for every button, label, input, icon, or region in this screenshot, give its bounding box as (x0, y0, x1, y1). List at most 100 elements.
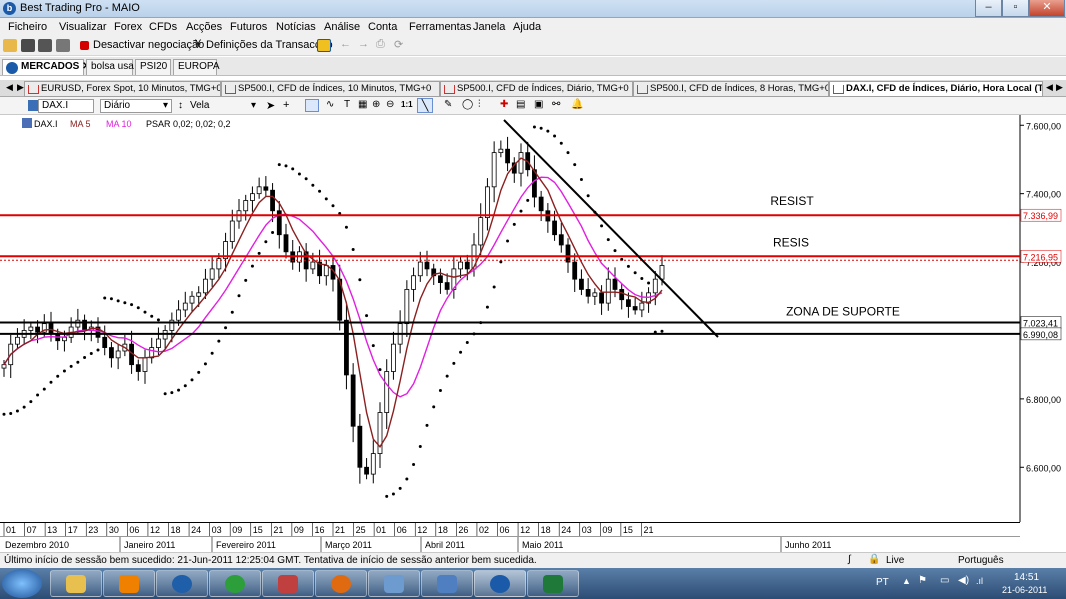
tab-europa[interactable]: EUROPA (173, 59, 220, 75)
crosshair-icon[interactable]: + (283, 99, 289, 111)
legend-symbol[interactable]: DAX.I (34, 119, 58, 129)
psar-dot (143, 310, 147, 314)
save-chart-icon[interactable]: ▣ (534, 99, 543, 110)
indicator-icon[interactable]: ∿ (326, 99, 334, 110)
legend-ma10[interactable]: MA 10 (106, 119, 132, 129)
zoom-out-icon[interactable]: ⊖ (386, 99, 394, 110)
price-chart[interactable]: DAX.I MA 5 MA 10 PSAR 0,02; 0,02; 0,2 7.… (0, 115, 1066, 522)
text-tool-icon[interactable]: T (344, 99, 350, 110)
chart-tab-sp500-daily[interactable]: SP500.I, CFD de Índices, Diário, TMG+0 (440, 81, 633, 97)
psar-dot (485, 305, 489, 309)
menu-ajuda[interactable]: Ajuda (513, 21, 541, 33)
y-tick-label: 6.800,00 (1026, 395, 1061, 405)
trendline-tool-icon[interactable]: ╲ (417, 98, 433, 113)
start-button[interactable] (2, 569, 42, 598)
candle-body (250, 193, 255, 201)
menu-ferramentas[interactable]: Ferramentas (409, 21, 471, 33)
cursor-icon[interactable]: ➤ (266, 99, 275, 112)
taskbar-utorrent[interactable] (209, 570, 261, 597)
ellipse-icon[interactable]: ◯ (462, 99, 473, 110)
y-tick-label: 7.600,00 (1026, 121, 1061, 131)
deactivate-trading-button[interactable]: Desactivar negociação (93, 39, 204, 51)
psar-dot (210, 351, 214, 355)
menu-janela[interactable]: Janela (473, 21, 505, 33)
menu-visualizar[interactable]: Visualizar (59, 21, 107, 33)
tab-mercados[interactable]: MERCADOS ✕ (2, 59, 91, 75)
signal-strength-icon[interactable]: .ıl (976, 576, 983, 586)
minimize-button[interactable]: – (975, 0, 1002, 17)
refresh-icon[interactable]: ⟳ (394, 38, 403, 51)
clock-date[interactable]: 21-06-2011 (1002, 585, 1047, 595)
candle-body (592, 292, 598, 297)
transaction-settings-button[interactable]: Definições da Transacção (206, 39, 333, 51)
candle-body (652, 278, 658, 294)
clock-time[interactable]: 14:51 (1014, 572, 1039, 583)
menu-forex[interactable]: Forex (114, 21, 142, 33)
menu-ficheiro[interactable]: Ficheiro (8, 21, 47, 33)
alert-bell-icon[interactable]: 🔔 (571, 99, 583, 110)
psar-dot (613, 249, 617, 253)
open-folder-icon[interactable] (3, 39, 17, 52)
chart-tab-dax-daily[interactable]: DAX.I, CFD de Índices, Diário, Hora Loca… (829, 81, 1043, 97)
taskbar-app[interactable] (262, 570, 314, 597)
layout-icon[interactable] (317, 39, 331, 52)
menu-analise[interactable]: Análise (324, 21, 360, 33)
scroll-right-icon[interactable]: ▶ (17, 82, 24, 93)
taskbar-excel[interactable] (527, 570, 579, 597)
dax-symbol-icon (22, 118, 32, 128)
taskbar-paint[interactable] (421, 570, 473, 597)
template-icon[interactable]: ▤ (516, 99, 525, 110)
menu-conta[interactable]: Conta (368, 21, 397, 33)
tabs-right-icon[interactable]: ▶ (1056, 82, 1063, 93)
scroll-left-icon[interactable]: ◀ (6, 82, 13, 93)
show-hidden-icons[interactable]: ▲ (902, 576, 911, 586)
taskbar-media[interactable] (103, 570, 155, 597)
tray-device-icon[interactable]: ▭ (940, 575, 949, 586)
tabs-left-icon[interactable]: ◀ (1046, 82, 1053, 93)
interval-select[interactable]: Diário ▾ (100, 99, 172, 113)
print-small-icon[interactable]: ⎙ (376, 38, 385, 51)
stop-trading-icon[interactable] (80, 41, 89, 50)
chart-tab-sp500-8h[interactable]: SP500.I, CFD de Índices, 8 Horas, TMG+0 (633, 81, 829, 97)
legend-ma5[interactable]: MA 5 (70, 119, 91, 129)
chart-tab-eurusd[interactable]: EURUSD, Forex Spot, 10 Minutos, TMG+0 (24, 81, 221, 97)
zoom-in-icon[interactable]: ⊕ (372, 99, 380, 110)
taskbar-firefox[interactable] (315, 570, 367, 597)
input-language[interactable]: PT (876, 577, 889, 588)
psar-dot (257, 251, 261, 255)
save-icon[interactable] (21, 39, 35, 52)
menu-cfds[interactable]: CFDs (149, 21, 177, 33)
back-arrow-icon[interactable]: ← (340, 38, 351, 50)
color-picker-icon[interactable]: ✚ (500, 99, 508, 110)
x-day-label: 15 (623, 525, 633, 535)
grid-toggle-icon[interactable] (305, 99, 319, 112)
close-button[interactable]: ✕ (1029, 0, 1065, 17)
pencil-icon[interactable]: ✎ (444, 99, 452, 110)
taskbar-best-trading[interactable] (474, 570, 526, 597)
menu-futuros[interactable]: Futuros (230, 21, 267, 33)
fibonacci-icon[interactable]: ⫶ (478, 99, 481, 110)
maximize-button[interactable]: ▫ (1002, 0, 1029, 17)
chart-tab-sp500-10m[interactable]: SP500.I, CFD de Índices, 10 Minutos, TMG… (221, 81, 440, 97)
psar-dot (230, 310, 234, 314)
menu-accoes[interactable]: Acções (186, 21, 222, 33)
one-to-one-icon[interactable]: 1:1 (401, 100, 413, 109)
taskbar-hp[interactable] (156, 570, 208, 597)
candle-body (538, 196, 544, 212)
tab-psi20[interactable]: PSI20 (135, 59, 171, 75)
link-icon[interactable]: ⚯ (552, 99, 560, 110)
taskbar-network[interactable] (368, 570, 420, 597)
save-all-icon[interactable] (38, 39, 52, 52)
print-icon[interactable] (56, 39, 70, 52)
taskbar-explorer[interactable] (50, 570, 102, 597)
menu-noticias[interactable]: Notícias (276, 21, 316, 33)
chart-type-select[interactable]: Vela ▾ (190, 100, 258, 111)
volume-icon[interactable]: ◀) (958, 575, 969, 586)
forward-arrow-icon[interactable]: → (358, 38, 369, 50)
symbol-field[interactable]: DAX.I (38, 99, 94, 113)
tray-flag-icon[interactable]: ⚑ (918, 575, 927, 586)
psar-dot (405, 477, 409, 481)
table-icon[interactable]: ▦ (358, 99, 367, 110)
legend-psar[interactable]: PSAR 0,02; 0,02; 0,2 (146, 119, 231, 129)
tab-bolsa-usa[interactable]: bolsa usa (86, 59, 134, 75)
